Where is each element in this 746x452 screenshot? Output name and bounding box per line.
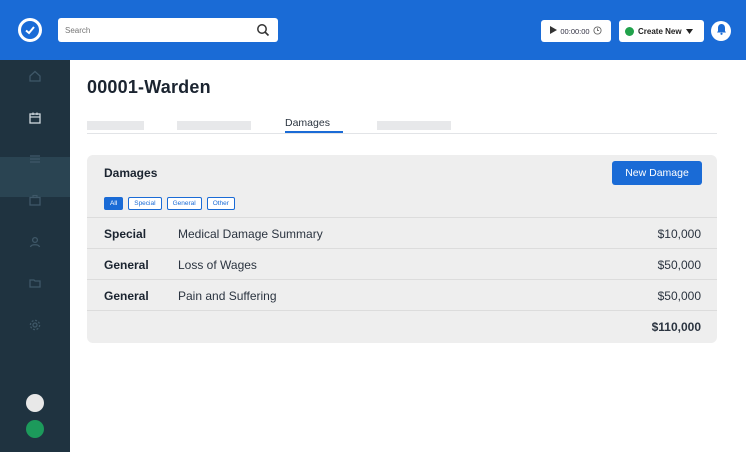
damage-amount: $50,000 xyxy=(657,258,701,272)
tab-bar: Damages xyxy=(87,117,717,134)
search-input[interactable] xyxy=(58,18,248,42)
damages-card: Damages New Damage All Special General O… xyxy=(87,155,717,343)
timer-button[interactable]: 00:00:00 xyxy=(541,20,611,42)
total-row: $110,000 xyxy=(87,310,717,341)
app-logo[interactable] xyxy=(8,8,52,52)
table-row[interactable]: General Loss of Wages $50,000 xyxy=(87,248,717,279)
filter-general[interactable]: General xyxy=(166,197,202,210)
table-row[interactable]: General Pain and Suffering $50,000 xyxy=(87,279,717,310)
total-amount: $110,000 xyxy=(651,320,701,334)
filter-special[interactable]: Special xyxy=(128,197,162,210)
gear-icon[interactable] xyxy=(27,317,43,333)
caret-down-icon xyxy=(685,27,693,36)
damage-description: Medical Damage Summary xyxy=(178,227,323,241)
damage-amount: $50,000 xyxy=(657,289,701,303)
clock-icon xyxy=(593,25,602,37)
damage-description: Loss of Wages xyxy=(178,258,257,272)
table-row[interactable]: Special Medical Damage Summary $10,000 xyxy=(87,217,717,248)
calendar-icon[interactable] xyxy=(27,110,43,126)
list-icon[interactable] xyxy=(27,151,43,167)
notifications-button[interactable] xyxy=(711,21,731,41)
play-icon xyxy=(550,26,558,36)
page-title: 00001-Warden xyxy=(87,77,211,97)
timer-value: 00:00:00 xyxy=(560,26,590,36)
top-bar: 00:00:00 Create New xyxy=(0,0,746,60)
damage-description: Pain and Suffering xyxy=(178,289,277,303)
filter-all[interactable]: All xyxy=(104,197,124,210)
new-damage-button[interactable]: New Damage xyxy=(612,161,702,185)
filter-other[interactable]: Other xyxy=(206,197,235,210)
folder-icon[interactable] xyxy=(27,275,43,291)
search-box xyxy=(58,18,278,42)
avatar[interactable] xyxy=(26,394,44,412)
damage-type: Special xyxy=(104,227,147,241)
briefcase-icon[interactable] xyxy=(27,192,43,208)
tab-placeholder[interactable] xyxy=(177,121,251,130)
active-tab-indicator xyxy=(285,131,343,133)
check-circle-icon xyxy=(18,18,42,42)
create-new-label: Create New xyxy=(638,26,682,36)
damage-type: General xyxy=(104,258,149,272)
search-icon[interactable] xyxy=(256,23,270,37)
damage-type: General xyxy=(104,289,149,303)
tab-placeholder[interactable] xyxy=(377,121,451,130)
tab-placeholder[interactable] xyxy=(87,121,144,130)
bell-icon xyxy=(716,22,727,40)
home-icon[interactable] xyxy=(27,68,43,84)
status-indicator[interactable] xyxy=(26,420,44,438)
tab-damages[interactable]: Damages xyxy=(285,117,330,129)
create-new-button[interactable]: Create New xyxy=(619,20,704,42)
plus-circle-icon xyxy=(625,26,634,36)
damage-amount: $10,000 xyxy=(657,227,701,241)
card-title: Damages xyxy=(104,166,158,180)
filter-chips: All Special General Other xyxy=(104,197,235,210)
user-icon[interactable] xyxy=(27,234,43,250)
